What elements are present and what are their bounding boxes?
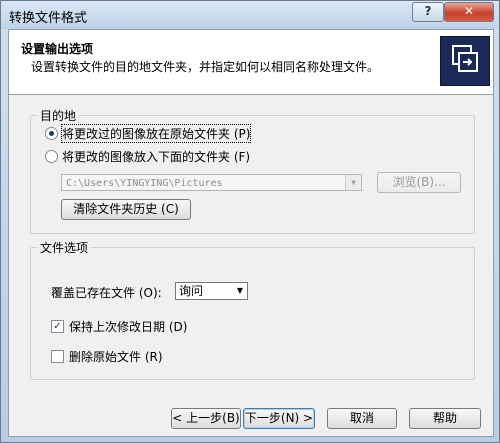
delete-original-label[interactable]: 删除原始文件 (R) (69, 348, 163, 365)
page-title: 设置输出选项 (21, 42, 94, 56)
delete-original-checkbox-row[interactable]: 删除原始文件 (R) (51, 348, 163, 365)
dialog-client-area: 设置输出选项 设置转换文件的目的地文件夹，并指定如何以相同名称处理文件。 目的地… (8, 29, 494, 437)
keep-modified-date-checkbox-row[interactable]: ✓ 保持上次修改日期 (D) (51, 318, 187, 335)
overwrite-select-value: 询问 (179, 284, 204, 298)
destination-group: 目的地 将更改过的图像放在原始文件夹 (P) 将更改的图像放入下面的文件夹 (F… (30, 107, 475, 234)
chevron-down-icon[interactable]: ▼ (233, 283, 247, 299)
clear-folder-history-button[interactable]: 清除文件夹历史 (C) (61, 199, 191, 220)
overwrite-label: 覆盖已存在文件 (O): (51, 286, 162, 300)
destination-folder-combo: C:\Users\YINGYING\Pictures ▼ (61, 174, 362, 191)
radio-original-folder-label[interactable]: 将更改过的图像放在原始文件夹 (P) (60, 124, 252, 143)
close-button[interactable]: ✕ (444, 2, 494, 22)
window-title: 转换文件格式 (9, 11, 88, 26)
page-subtitle: 设置转换文件的目的地文件夹，并指定如何以相同名称处理文件。 (31, 60, 380, 74)
back-button[interactable]: < 上一步(B) (171, 408, 241, 429)
radio-below-folder-label[interactable]: 将更改的图像放入下面的文件夹 (F) (62, 148, 250, 165)
keep-modified-date-label[interactable]: 保持上次修改日期 (D) (69, 318, 187, 335)
wizard-header: 设置输出选项 设置转换文件的目的地文件夹，并指定如何以相同名称处理文件。 (9, 30, 493, 95)
title-bar[interactable]: 转换文件格式 ? ✕ (1, 1, 499, 29)
file-options-group-label: 文件选项 (37, 239, 92, 256)
delete-original-checkbox[interactable] (51, 350, 64, 363)
destination-folder-path: C:\Users\YINGYING\Pictures (66, 178, 223, 189)
browse-button: 浏览(B)... (377, 172, 461, 193)
keep-modified-date-checkbox[interactable]: ✓ (51, 320, 64, 333)
radio-original-folder-button[interactable] (45, 127, 58, 140)
next-button[interactable]: 下一步(N) > (243, 408, 315, 429)
dialog-window: 转换文件格式 ? ✕ 设置输出选项 设置转换文件的目的地文件夹，并指定如何以相同… (0, 0, 500, 443)
radio-original-folder[interactable]: 将更改过的图像放在原始文件夹 (P) (45, 124, 252, 143)
file-options-group: 文件选项 覆盖已存在文件 (O): 询问 ▼ ✓ 保持上次修改日期 (D) 删除… (30, 239, 475, 380)
cancel-button[interactable]: 取消 (327, 408, 397, 429)
radio-below-folder[interactable]: 将更改的图像放入下面的文件夹 (F) (45, 148, 250, 165)
radio-below-folder-button[interactable] (45, 150, 58, 163)
copy-folder-icon (440, 36, 490, 86)
overwrite-select[interactable]: 询问 ▼ (175, 282, 248, 300)
copy-folder-icon-graphic (452, 45, 478, 72)
help-button[interactable]: 帮助 (409, 408, 481, 429)
chevron-down-icon: ▼ (345, 175, 361, 190)
title-help-button[interactable]: ? (412, 2, 444, 22)
destination-group-label: 目的地 (37, 107, 80, 124)
